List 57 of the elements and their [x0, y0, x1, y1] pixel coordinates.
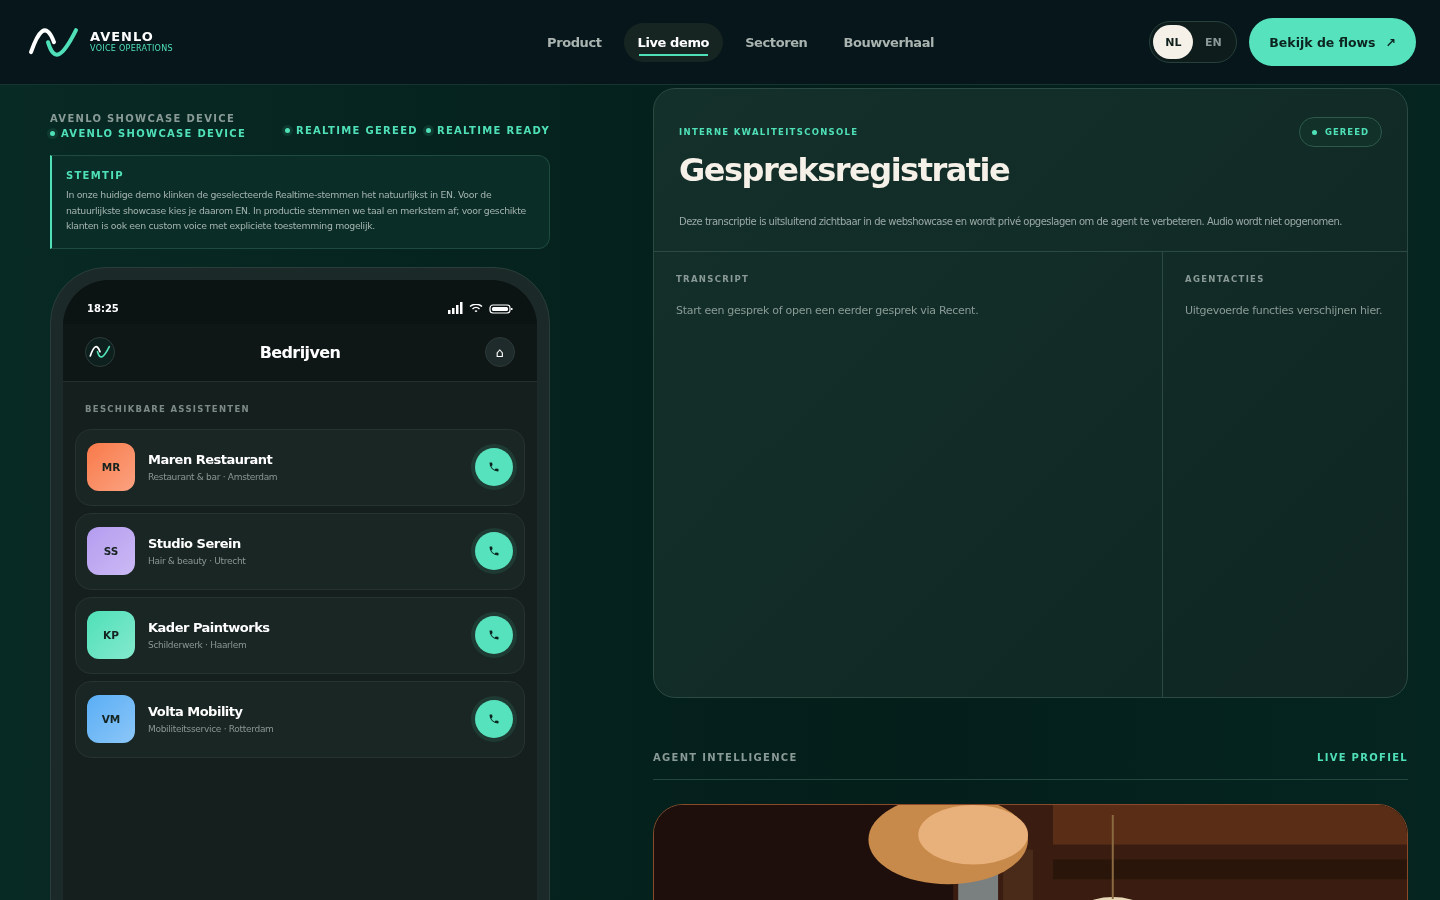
status-time: 18:25 [87, 302, 119, 314]
screen-title: Bedrijven [259, 342, 341, 362]
brand-tagline: VOICE OPERATIONS [90, 44, 173, 55]
assistant-card[interactable]: KP Kader Paintworks Schilderwerk · Haarlem [75, 596, 525, 674]
column-heading: AGENTACTIES [1185, 274, 1266, 284]
device-title: AVENLO SHOWCASE DEVICE [50, 113, 237, 124]
assistant-avatar: VM [87, 695, 135, 743]
wifi-icon [469, 303, 483, 314]
signal-icon [448, 301, 463, 314]
nav-link[interactable]: Bouwverhaal [829, 22, 949, 62]
language-option[interactable]: EN [1193, 25, 1234, 59]
brand-name: AVENLO [90, 29, 154, 45]
tip-text: In onze huidige demo klinken de geselecteerde Realtime-stemmen het natuurlijkst in EN. Voor de natuurlijkste showcase kies je daarom EN. In productie stemmen we taal en merkstem af; voor geschikte klanten is ook een custom voice met expliciete toestemming mogelijk. [66, 188, 527, 233]
call-button[interactable] [475, 448, 513, 486]
assistant-card[interactable]: MR Maren Restaurant Restaurant & bar · Amsterdam [75, 428, 525, 506]
assistant-meta: Restaurant & bar · Amsterdam [148, 472, 279, 482]
assistant-meta: Schilderwerk · Haarlem [148, 640, 248, 650]
column-text: Start een gesprek of open een eerder gesprek via Recent. [676, 304, 980, 317]
battery-icon [489, 303, 513, 314]
assistant-avatar: SS [87, 527, 135, 575]
phone-icon [488, 461, 500, 473]
nav-link[interactable]: Live demo [623, 22, 724, 62]
language-option[interactable]: NL [1153, 25, 1194, 59]
call-button[interactable] [475, 532, 513, 570]
section-label: BESCHIKBARE ASSISTENTEN [84, 402, 251, 416]
home-button[interactable]: ⌂ [485, 337, 515, 367]
assistant-avatar: MR [87, 443, 135, 491]
nav-link[interactable]: Product [533, 22, 616, 62]
assistant-card[interactable]: SS Studio Serein Hair & beauty · Utrecht [75, 512, 525, 590]
assistant-name: Kader Paintworks [148, 620, 271, 635]
section-title: AGENT INTELLIGENCE [653, 752, 798, 763]
assistant-name: Studio Serein [148, 536, 242, 551]
flows-button[interactable]: Bekijk de flows ↗ [1249, 18, 1416, 66]
call-button[interactable] [475, 616, 513, 654]
column-text: Uitgevoerde functies verschijnen hier. [1185, 304, 1384, 317]
phone-icon [488, 545, 500, 557]
assistant-name: Maren Restaurant [148, 452, 274, 467]
assistant-name: Volta Mobility [148, 704, 244, 719]
console-title: Gespreksregistratie [679, 151, 1011, 189]
assistant-avatar: KP [87, 611, 135, 659]
status-label: REALTIME GEREED [284, 121, 418, 139]
status-label: REALTIME READY [425, 121, 550, 139]
column-heading: TRANSCRIPT [676, 274, 751, 284]
call-button[interactable] [475, 700, 513, 738]
nav-link[interactable]: Sectoren [731, 22, 822, 62]
app-logo [85, 337, 115, 367]
device-subtitle: AVENLO SHOWCASE DEVICE [50, 128, 247, 139]
phone-icon [488, 713, 500, 725]
phone-icon [488, 629, 500, 641]
assistant-meta: Hair & beauty · Utrecht [148, 556, 247, 566]
status-badge: GEREED [1299, 117, 1382, 147]
console-description: Deze transcriptie is uitsluitend zichtbaar in de webshowcase en wordt privé opgeslagen om de agent te verbeteren. Audio wordt niet opgenomen. [679, 215, 1342, 229]
profile-link[interactable]: LIVE PROFIEL [1316, 752, 1408, 763]
assistant-meta: Mobiliteitsservice · Rotterdam [148, 724, 275, 734]
assistant-card[interactable]: VM Volta Mobility Mobiliteitsservice · Rotterdam [75, 680, 525, 758]
console-eyebrow: INTERNE KWALITEITSCONSOLE [679, 127, 859, 137]
tip-title: STEMTIP [66, 170, 125, 181]
